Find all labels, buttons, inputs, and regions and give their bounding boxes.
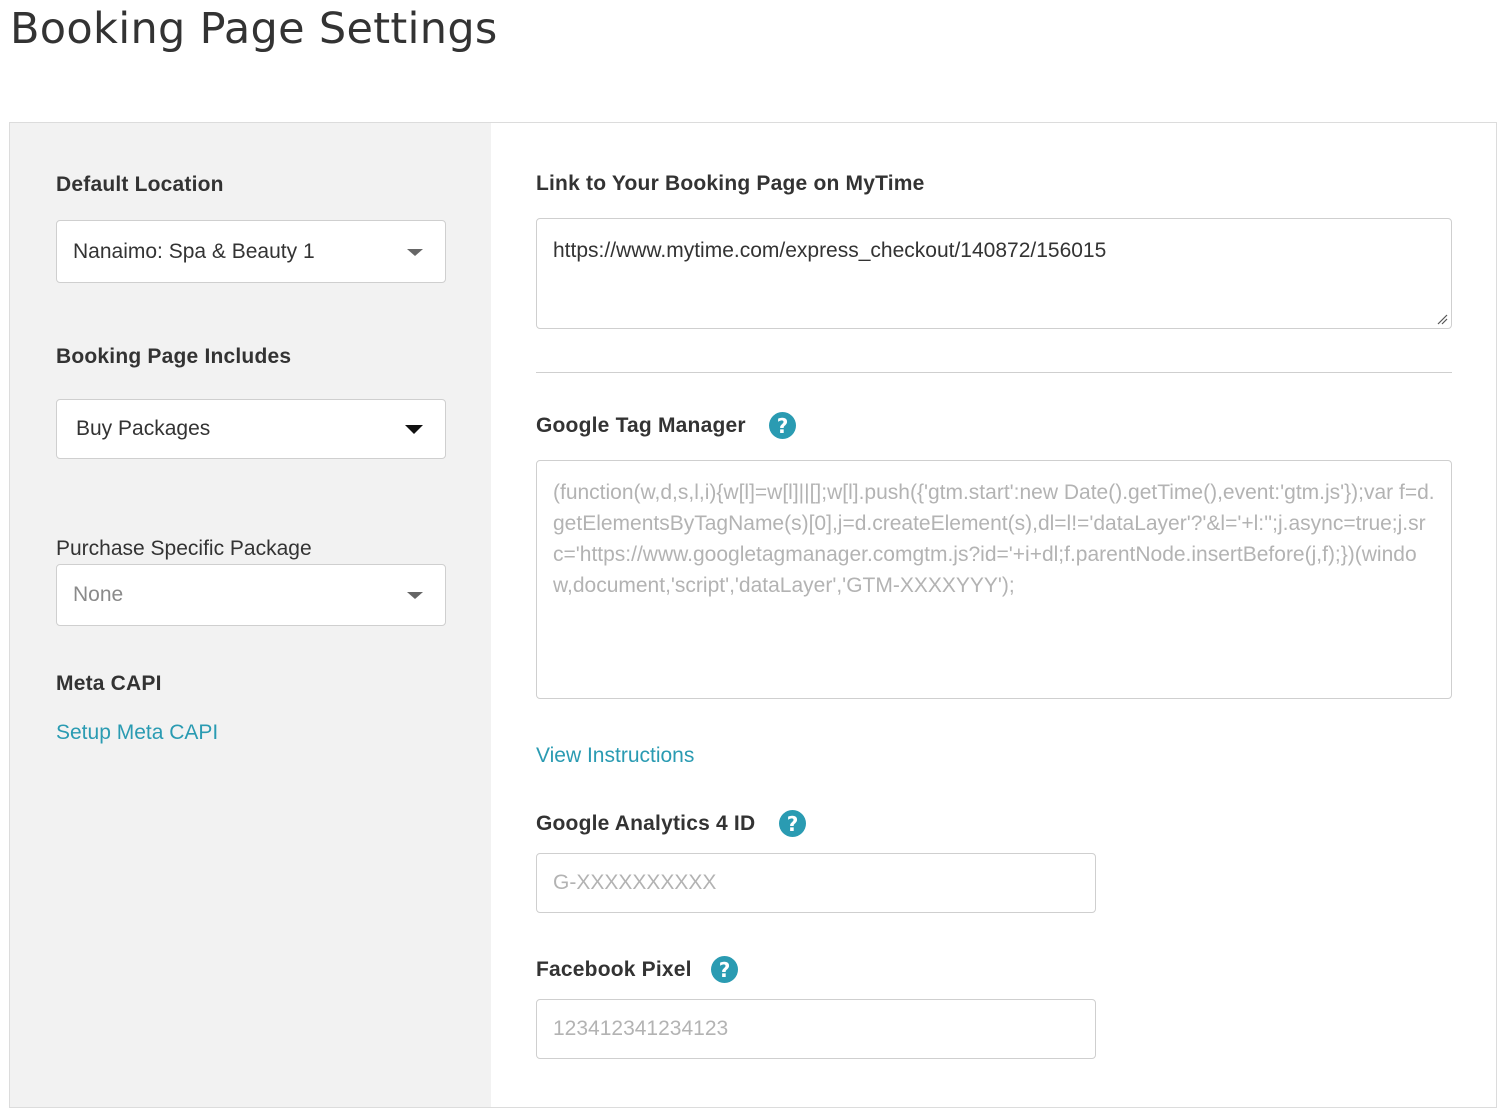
purchase-specific-package-value: None (73, 583, 124, 606)
gtm-label: Google Tag Manager (536, 414, 746, 437)
ga4-label: Google Analytics 4 ID (536, 812, 756, 835)
gtm-placeholder: (function(w,d,s,l,i){w[l]=w[l]||[];w[l].… (553, 481, 1435, 597)
default-location-select[interactable]: Nanaimo: Spa & Beauty 1 (56, 220, 446, 283)
chevron-down-icon (407, 592, 423, 599)
facebook-pixel-input[interactable]: 123412341234123 (536, 999, 1096, 1059)
ga4-help-icon[interactable]: ? (779, 810, 806, 837)
default-location-value: Nanaimo: Spa & Beauty 1 (73, 239, 315, 263)
gtm-help-icon[interactable]: ? (769, 412, 796, 439)
section-divider (536, 372, 1452, 373)
booking-link-label: Link to Your Booking Page on MyTime (536, 172, 925, 195)
chevron-down-icon (405, 425, 423, 434)
sidebar: Default Location Nanaimo: Spa & Beauty 1… (10, 123, 491, 1107)
main-content: Link to Your Booking Page on MyTime http… (491, 123, 1496, 1107)
gtm-textarea[interactable]: (function(w,d,s,l,i){w[l]=w[l]||[];w[l].… (536, 460, 1452, 699)
facebook-pixel-label: Facebook Pixel (536, 958, 692, 981)
booking-page-includes-label: Booking Page Includes (56, 345, 292, 368)
facebook-pixel-help-icon[interactable]: ? (711, 956, 738, 983)
page-title: Booking Page Settings (10, 4, 498, 54)
default-location-label: Default Location (56, 173, 224, 196)
view-instructions-link[interactable]: View Instructions (536, 744, 694, 768)
resize-grip-icon[interactable] (1436, 313, 1448, 325)
meta-capi-label: Meta CAPI (56, 672, 162, 695)
settings-panel: Default Location Nanaimo: Spa & Beauty 1… (9, 122, 1497, 1108)
setup-meta-capi-link[interactable]: Setup Meta CAPI (56, 721, 218, 745)
booking-link-textarea[interactable]: https://www.mytime.com/express_checkout/… (536, 218, 1452, 329)
ga4-placeholder: G-XXXXXXXXXX (553, 871, 717, 894)
chevron-down-icon (407, 248, 423, 256)
ga4-input[interactable]: G-XXXXXXXXXX (536, 853, 1096, 913)
booking-page-includes-select[interactable]: Buy Packages (56, 399, 446, 459)
facebook-pixel-placeholder: 123412341234123 (553, 1017, 729, 1040)
purchase-specific-package-select[interactable]: None (56, 564, 446, 626)
booking-page-includes-value: Buy Packages (76, 417, 211, 440)
booking-link-value: https://www.mytime.com/express_checkout/… (553, 239, 1107, 262)
purchase-specific-package-label: Purchase Specific Package (56, 537, 312, 560)
